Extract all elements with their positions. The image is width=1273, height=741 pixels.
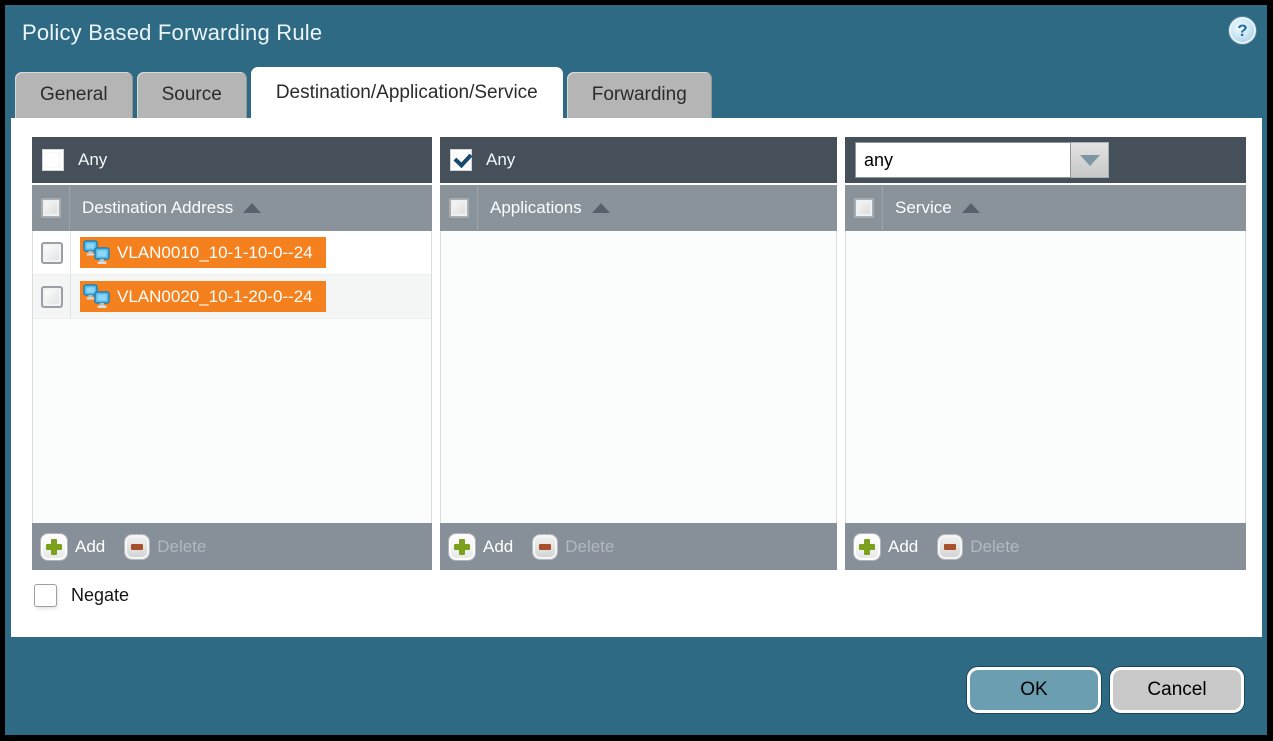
destination-select-all-checkbox[interactable] [41, 198, 61, 218]
add-icon [449, 534, 475, 560]
ok-button[interactable]: OK [967, 667, 1101, 713]
destination-any-bar: Any [32, 137, 432, 183]
service-column-label[interactable]: Service [895, 198, 952, 218]
applications-column-header: Applications [440, 183, 837, 231]
applications-select-all-checkbox[interactable] [449, 198, 469, 218]
applications-list [440, 231, 837, 523]
address-object-chip[interactable]: VLAN0010_10-1-10-0--24 [80, 237, 326, 268]
delete-button[interactable]: Delete [918, 535, 1019, 559]
destination-any-checkbox[interactable] [42, 149, 64, 171]
address-object-chip[interactable]: VLAN0020_10-1-20-0--24 [80, 281, 326, 312]
service-column-header: Service [845, 183, 1246, 231]
add-button[interactable]: Add [854, 534, 918, 560]
sort-ascending-icon[interactable] [243, 203, 261, 213]
chevron-down-icon [1080, 155, 1100, 166]
applications-panel: Any Applications Add [440, 137, 837, 570]
service-dropdown-button[interactable] [1071, 142, 1109, 178]
delete-icon [938, 535, 962, 559]
negate-label: Negate [71, 585, 129, 606]
sort-ascending-icon[interactable] [962, 203, 980, 213]
cancel-button[interactable]: Cancel [1110, 667, 1244, 713]
applications-any-checkbox[interactable] [450, 149, 472, 171]
add-icon [854, 534, 880, 560]
dialog-background: Policy Based Forwarding Rule ? General S… [5, 5, 1267, 735]
delete-icon [125, 535, 149, 559]
list-item[interactable]: VLAN0010_10-1-10-0--24 [33, 231, 431, 275]
tab-bar: General Source Destination/Application/S… [15, 67, 712, 118]
address-object-name: VLAN0020_10-1-20-0--24 [117, 287, 313, 307]
applications-any-label: Any [486, 150, 515, 170]
destination-any-label: Any [78, 150, 107, 170]
destination-column-header: Destination Address [32, 183, 432, 231]
list-item[interactable]: VLAN0020_10-1-20-0--24 [33, 275, 431, 319]
tab-source[interactable]: Source [137, 72, 247, 118]
tab-content: Any Destination Address [11, 118, 1262, 637]
dialog-title: Policy Based Forwarding Rule [22, 20, 322, 46]
tab-general[interactable]: General [15, 72, 133, 118]
destination-list: VLAN0010_10-1-10-0--24 [32, 231, 432, 523]
row-checkbox[interactable] [41, 242, 63, 264]
destination-address-panel: Any Destination Address [32, 137, 432, 570]
service-list [845, 231, 1246, 523]
applications-any-bar: Any [440, 137, 837, 183]
tab-forwarding[interactable]: Forwarding [567, 72, 712, 118]
row-checkbox[interactable] [41, 286, 63, 308]
service-dropdown[interactable]: any [855, 142, 1109, 178]
delete-button[interactable]: Delete [105, 535, 206, 559]
dialog-window: Policy Based Forwarding Rule ? General S… [0, 0, 1273, 741]
address-object-name: VLAN0010_10-1-10-0--24 [117, 243, 313, 263]
destination-column-label[interactable]: Destination Address [82, 198, 233, 218]
destination-toolbar: Add Delete [32, 523, 432, 570]
tab-destination-application-service[interactable]: Destination/Application/Service [251, 67, 563, 118]
applications-column-label[interactable]: Applications [490, 198, 582, 218]
applications-toolbar: Add Delete [440, 523, 837, 570]
add-icon [41, 534, 67, 560]
service-dropdown-value[interactable]: any [855, 142, 1071, 178]
service-toolbar: Add Delete [845, 523, 1246, 570]
negate-checkbox[interactable] [34, 584, 57, 607]
network-computers-icon [83, 240, 110, 265]
add-button[interactable]: Add [449, 534, 513, 560]
negate-option: Negate [34, 584, 129, 607]
sort-ascending-icon[interactable] [592, 203, 610, 213]
delete-button[interactable]: Delete [513, 535, 614, 559]
service-panel: any Service [845, 137, 1246, 570]
add-button[interactable]: Add [41, 534, 105, 560]
service-dropdown-bar: any [845, 137, 1246, 183]
delete-icon [533, 535, 557, 559]
help-icon[interactable]: ? [1229, 17, 1256, 44]
network-computers-icon [83, 284, 110, 309]
service-select-all-checkbox[interactable] [854, 198, 874, 218]
